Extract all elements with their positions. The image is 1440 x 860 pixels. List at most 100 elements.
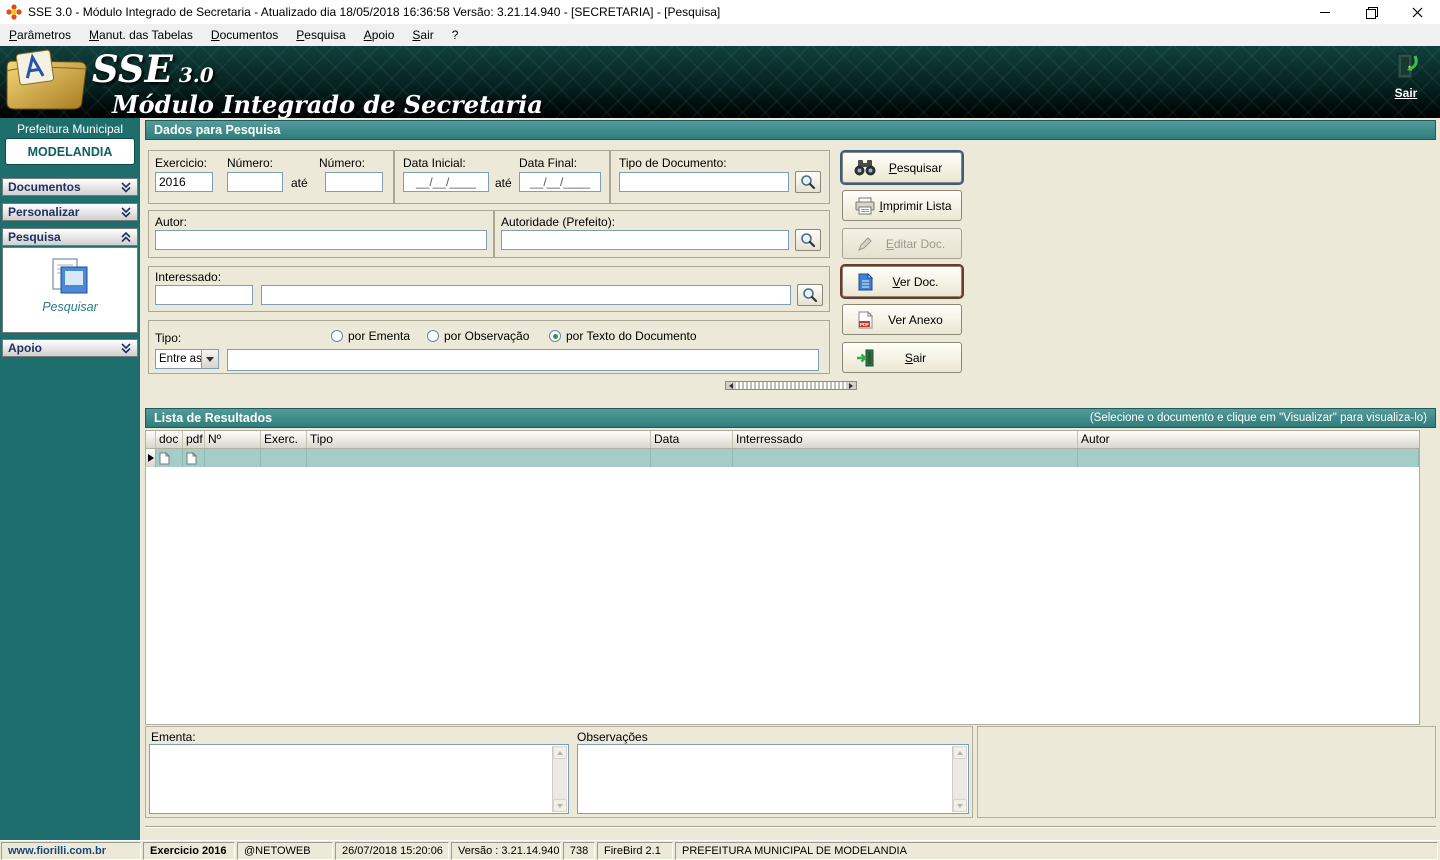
sidebar-section-personalizar[interactable]: Personalizar <box>2 203 138 221</box>
radio-icon <box>549 330 561 342</box>
menu-sair[interactable]: Sair <box>403 24 442 46</box>
results-grid: doc pdf Nº Exerc. Tipo Data Interressado… <box>145 430 1420 725</box>
sidebar-pesquisar-label[interactable]: Pesquisar <box>3 300 137 314</box>
row-pdf-cell[interactable] <box>183 449 205 467</box>
scroll-up-icon[interactable] <box>953 746 967 759</box>
interessado-code-input[interactable] <box>155 285 253 305</box>
tipo-select[interactable]: Entre as <box>155 349 219 369</box>
editar-doc-button[interactable]: Editar Doc. <box>842 228 962 259</box>
row-autor-cell[interactable] <box>1078 449 1419 467</box>
ver-doc-button-label: Ver Doc. <box>892 274 939 289</box>
autor-input[interactable] <box>155 230 487 250</box>
scroll-up-icon[interactable] <box>553 746 567 759</box>
banner-app-version: 3.0 <box>178 63 214 87</box>
blue-document-icon <box>852 272 878 291</box>
scroll-left-icon[interactable] <box>726 382 736 389</box>
col-header-interessado[interactable]: Interressado <box>733 431 1078 448</box>
form-horizontal-scrollbar[interactable] <box>725 381 857 390</box>
banner-exit-button[interactable]: Sair <box>1382 52 1430 100</box>
exercicio-input[interactable] <box>155 172 213 192</box>
imprimir-lista-button[interactable]: Imprimir Lista <box>842 190 962 221</box>
row-doc-cell[interactable] <box>156 449 183 467</box>
numero-from-label: Número: <box>227 156 274 170</box>
menu-help[interactable]: ? <box>443 24 468 46</box>
menu-pesquisa[interactable]: Pesquisa <box>287 24 354 46</box>
col-header-doc[interactable]: doc <box>156 431 183 448</box>
data-inicial-label: Data Inicial: <box>403 156 466 170</box>
sair-button[interactable]: Sair <box>842 342 962 373</box>
radio-por-ementa[interactable]: por Ementa <box>331 329 410 343</box>
page-icon <box>186 451 197 464</box>
row-tipo-cell[interactable] <box>307 449 651 467</box>
tipo-documento-input[interactable] <box>619 172 789 192</box>
scroll-right-icon[interactable] <box>846 382 856 389</box>
scroll-down-icon[interactable] <box>553 799 567 812</box>
sidebar-section-pesquisa[interactable]: Pesquisa <box>2 228 138 246</box>
app-banner: SSE 3.0 Módulo Integrado de Secretaria Sa… <box>0 46 1440 119</box>
sidebar-section-apoio[interactable]: Apoio <box>2 339 138 357</box>
menu-parametros[interactable]: Parâmetros <box>0 24 80 46</box>
pesquisar-documents-icon[interactable] <box>47 255 93 300</box>
col-header-numero[interactable]: Nº <box>205 431 261 448</box>
sidebar-section-label: Documentos <box>8 180 81 194</box>
col-header-autor[interactable]: Autor <box>1078 431 1419 448</box>
group-tipo-documento: Tipo de Documento: <box>610 150 830 204</box>
menu-apoio[interactable]: Apoio <box>355 24 404 46</box>
close-button[interactable] <box>1394 0 1440 24</box>
pdf-icon: PDF <box>852 310 878 329</box>
scroll-track[interactable] <box>736 382 846 389</box>
interessado-name-input[interactable] <box>261 285 791 305</box>
banner-app-name: SSE <box>92 47 173 91</box>
pesquisar-button[interactable]: Pesquisar <box>842 152 962 183</box>
down-arrow-glyph <box>206 356 214 362</box>
sidebar: Prefeitura Municipal MODELANDIA Document… <box>0 118 140 840</box>
col-header-tipo[interactable]: Tipo <box>307 431 651 448</box>
ementa-textarea[interactable] <box>149 744 569 814</box>
grid-selected-row[interactable] <box>146 449 1419 467</box>
row-interessado-cell[interactable] <box>733 449 1078 467</box>
chevron-down-icon[interactable] <box>201 350 218 368</box>
minimize-button[interactable] <box>1302 0 1348 24</box>
observacoes-scrollbar[interactable] <box>952 746 967 812</box>
group-tipo-pesquisa: Tipo: por Ementa por Observação por Text… <box>148 320 830 374</box>
row-exercicio-cell[interactable] <box>261 449 307 467</box>
scroll-down-icon[interactable] <box>953 799 967 812</box>
menu-manut-das-tabelas[interactable]: Manut. das Tabelas <box>80 24 202 46</box>
lista-resultados-header: Lista de Resultados (Selecione o documen… <box>145 408 1436 428</box>
ementa-label: Ementa: <box>151 730 196 744</box>
org-name-box: MODELANDIA <box>5 138 135 165</box>
row-data-cell[interactable] <box>651 449 733 467</box>
col-header-pdf[interactable]: pdf <box>183 431 205 448</box>
texto-documento-input[interactable] <box>227 349 819 371</box>
numero-to-input[interactable] <box>325 172 383 192</box>
radio-por-texto-documento[interactable]: por Texto do Documento <box>549 329 697 343</box>
sidebar-section-label: Pesquisa <box>8 230 61 244</box>
ementa-scrollbar[interactable] <box>552 746 567 812</box>
ver-doc-button[interactable]: Ver Doc. <box>842 266 962 297</box>
editar-doc-button-label: Editar Doc. <box>885 236 946 251</box>
radio-label: por Observação <box>444 329 530 343</box>
col-header-data[interactable]: Data <box>651 431 733 448</box>
data-final-input[interactable] <box>519 172 601 192</box>
status-website[interactable]: www.fiorilli.com.br <box>1 841 141 860</box>
sidebar-section-documentos[interactable]: Documentos <box>2 178 138 196</box>
autoridade-input[interactable] <box>501 230 789 250</box>
restore-button[interactable] <box>1348 0 1394 24</box>
row-numero-cell[interactable] <box>205 449 261 467</box>
numero-from-input[interactable] <box>227 172 283 192</box>
interessado-lookup-button[interactable] <box>797 284 823 306</box>
observacoes-textarea[interactable] <box>577 744 969 814</box>
data-inicial-input[interactable] <box>403 172 489 192</box>
col-header-exercicio[interactable]: Exerc. <box>261 431 307 448</box>
tipo-documento-lookup-button[interactable] <box>795 171 821 193</box>
chevron-double-up-icon <box>120 231 132 243</box>
autoridade-lookup-button[interactable] <box>795 229 821 251</box>
menu-documentos[interactable]: Documentos <box>202 24 287 46</box>
radio-por-observacao[interactable]: por Observação <box>427 329 529 343</box>
lista-resultados-title: Lista de Resultados <box>154 411 273 425</box>
pesquisar-button-label: Pesquisar <box>888 160 943 175</box>
row-indicator-icon <box>147 454 154 462</box>
org-label: Prefeitura Municipal <box>16 122 124 136</box>
ver-anexo-button[interactable]: PDF Ver Anexo <box>842 304 962 335</box>
details-panel: Ementa: Observações <box>145 726 973 818</box>
